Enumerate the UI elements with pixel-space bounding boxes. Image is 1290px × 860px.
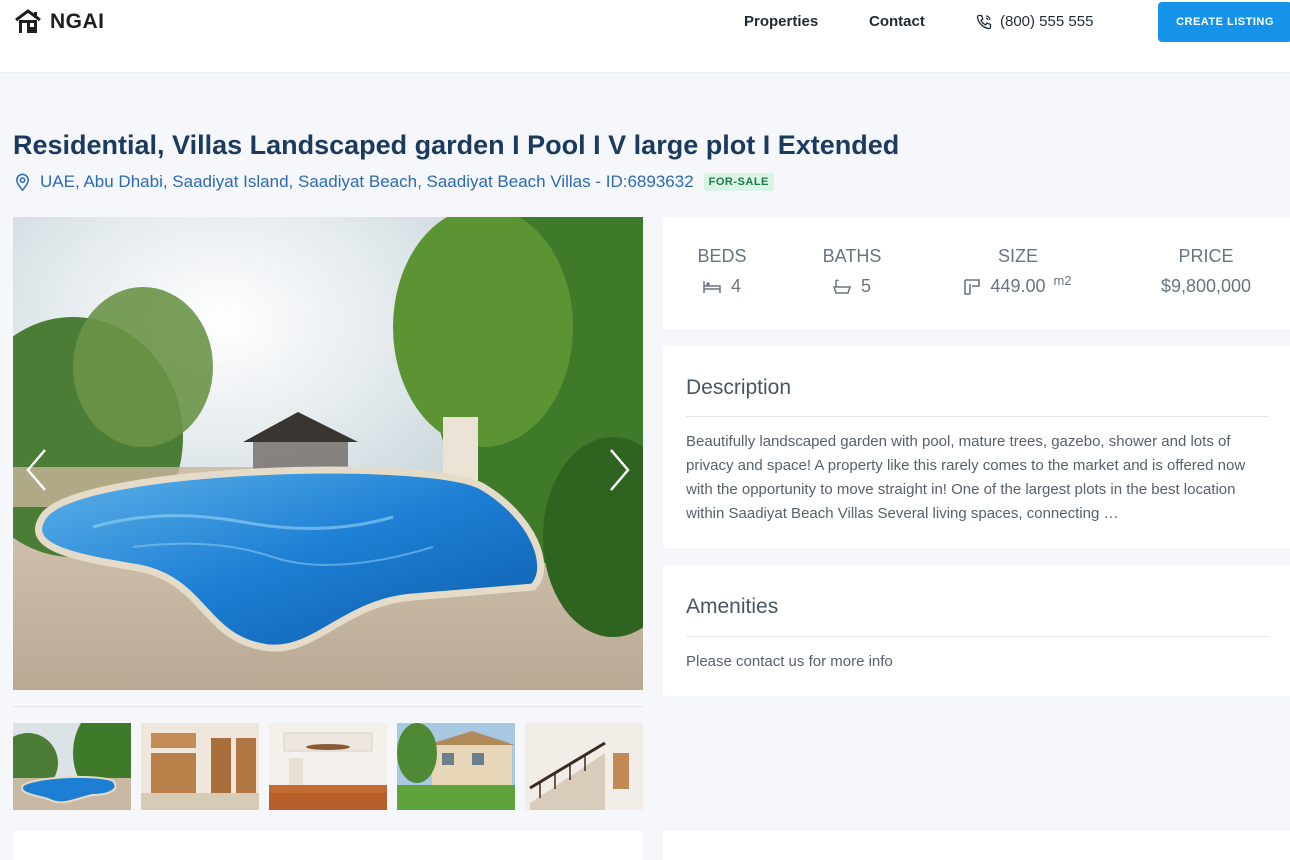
bottom-left-card xyxy=(13,831,643,860)
gallery-divider xyxy=(13,706,643,707)
baths-stat: BATHS 5 xyxy=(817,246,887,297)
beds-stat: BEDS 4 xyxy=(697,246,747,297)
prev-photo-arrow[interactable] xyxy=(23,447,53,493)
description-text: Beautifully landscaped garden with pool,… xyxy=(686,433,1246,522)
thumbnail-staircase[interactable] xyxy=(525,723,643,810)
bathtub-icon xyxy=(832,279,851,294)
size-label: SIZE xyxy=(997,246,1038,266)
house-logo-icon xyxy=(15,9,41,33)
property-stats-card: BEDS 4 BATHS 5 SIZE 449.00 m2 PRICE $9,8… xyxy=(663,217,1290,329)
site-header: NGAI Properties Contact (800) 555 555 CR… xyxy=(0,0,1290,73)
thumbnail-exterior[interactable] xyxy=(397,723,515,810)
living-room-thumbnail-image xyxy=(269,723,387,810)
thumbnail-pool[interactable] xyxy=(13,723,131,810)
phone-link[interactable]: (800) 555 555 xyxy=(976,13,1093,30)
status-badge: FOR-SALE xyxy=(703,173,774,191)
pool-garden-photo xyxy=(13,217,643,690)
price-value: $9,800,000 xyxy=(1160,276,1252,296)
logo-text: NGAI xyxy=(50,10,105,33)
kitchen-thumbnail-image xyxy=(141,723,259,810)
phone-icon xyxy=(976,14,992,29)
beds-value: 4 xyxy=(730,276,741,296)
thumbnail-kitchen[interactable] xyxy=(141,723,259,810)
size-unit: m2 xyxy=(1053,273,1072,288)
nav-contact[interactable]: Contact xyxy=(869,13,925,30)
map-pin-icon xyxy=(16,173,29,191)
thumbnail-living-room[interactable] xyxy=(269,723,387,810)
amenities-rule xyxy=(686,636,1269,637)
bottom-right-card xyxy=(663,831,1290,860)
description-title: Description xyxy=(686,376,792,399)
listing-title: Residential, Villas Landscaped garden I … xyxy=(13,130,900,160)
logo[interactable]: NGAI xyxy=(14,8,105,36)
price-stat: PRICE $9,800,000 xyxy=(1146,246,1266,297)
beds-label: BEDS xyxy=(697,246,747,266)
size-stat: SIZE 449.00 m2 xyxy=(953,246,1083,297)
price-label: PRICE xyxy=(1178,246,1234,266)
baths-value: 5 xyxy=(860,276,871,296)
bed-icon xyxy=(703,280,721,293)
address-text: UAE, Abu Dhabi, Saadiyat Island, Saadiya… xyxy=(40,172,694,191)
listing-address: UAE, Abu Dhabi, Saadiyat Island, Saadiya… xyxy=(13,172,774,192)
phone-number: (800) 555 555 xyxy=(1000,13,1094,30)
description-card: Description Beautifully landscaped garde… xyxy=(663,346,1290,548)
exterior-thumbnail-image xyxy=(397,723,515,810)
amenities-card: Amenities Please contact us for more inf… xyxy=(663,565,1290,696)
next-photo-arrow[interactable] xyxy=(603,447,633,493)
staircase-thumbnail-image xyxy=(525,723,643,810)
description-rule xyxy=(686,416,1269,417)
main-photo xyxy=(13,217,643,690)
floorplan-icon xyxy=(964,278,981,295)
pool-thumbnail-image xyxy=(13,723,131,810)
size-value: 449.00 xyxy=(990,276,1046,296)
create-listing-button[interactable]: CREATE LISTING xyxy=(1158,2,1290,42)
nav-properties[interactable]: Properties xyxy=(744,13,818,30)
thumbnail-strip xyxy=(13,723,643,810)
amenities-title: Amenities xyxy=(686,595,779,618)
baths-label: BATHS xyxy=(822,246,882,266)
amenities-text: Please contact us for more info xyxy=(686,653,893,670)
